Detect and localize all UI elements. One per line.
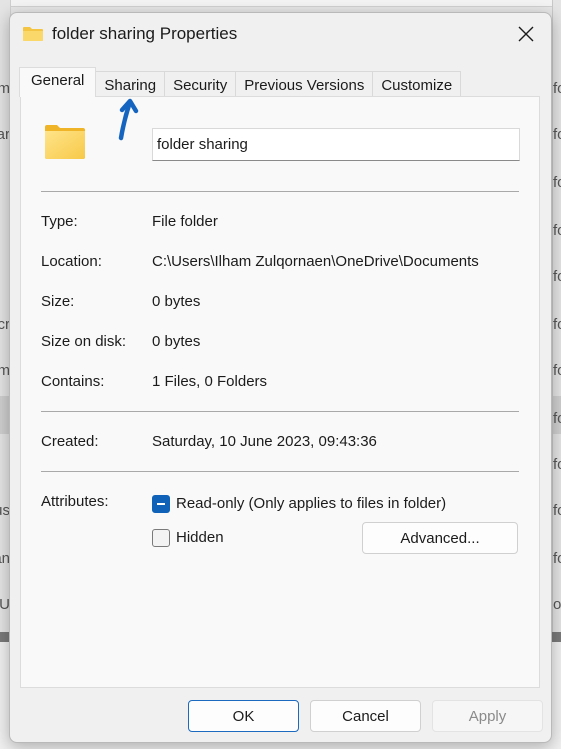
separator bbox=[41, 411, 519, 412]
separator bbox=[41, 191, 519, 192]
contains-label: Contains: bbox=[41, 373, 105, 390]
contains-value: 1 Files, 0 Folders bbox=[152, 373, 268, 390]
size-on-disk-value: 0 bytes bbox=[152, 333, 201, 350]
type-value: File folder bbox=[152, 213, 218, 230]
background-text-fragment: fo bbox=[553, 456, 561, 473]
general-tab-panel: Type: File folder Location: C:\Users\Ilh… bbox=[20, 96, 540, 688]
size-value: 0 bytes bbox=[152, 293, 201, 310]
dialog-title: folder sharing Properties bbox=[52, 24, 238, 43]
readonly-checkbox[interactable] bbox=[152, 495, 170, 513]
background-text-fragment: fo bbox=[553, 222, 561, 239]
close-button[interactable] bbox=[509, 19, 543, 49]
title-bar: folder sharing Properties bbox=[10, 13, 551, 55]
background-text-fragment: fo bbox=[553, 316, 561, 333]
tab-security[interactable]: Security bbox=[164, 71, 237, 97]
cancel-button[interactable]: Cancel bbox=[310, 700, 421, 732]
hidden-checkbox[interactable] bbox=[152, 529, 170, 547]
readonly-checkbox-label[interactable]: Read-only (Only applies to files in fold… bbox=[176, 495, 446, 512]
background-text-fragment: fo bbox=[553, 502, 561, 519]
ok-button[interactable]: OK bbox=[188, 700, 299, 732]
background-text-fragment: fo bbox=[553, 174, 561, 191]
background-text-fragment: fo bbox=[553, 410, 561, 427]
location-value: C:\Users\Ilham Zulqornaen\OneDrive\Docum… bbox=[152, 253, 479, 270]
size-on-disk-label: Size on disk: bbox=[41, 333, 127, 350]
background-text-fragment: fo bbox=[553, 268, 561, 285]
created-value: Saturday, 10 June 2023, 09:43:36 bbox=[152, 433, 377, 450]
background-text-fragment: fo bbox=[553, 362, 561, 379]
properties-dialog: folder sharing Properties General Sharin… bbox=[9, 12, 552, 743]
tab-general[interactable]: General bbox=[19, 67, 97, 97]
folder-name-input[interactable] bbox=[152, 128, 520, 161]
attributes-label: Attributes: bbox=[41, 493, 109, 510]
folder-icon bbox=[23, 27, 43, 41]
background-text-fragment: o bbox=[553, 596, 561, 613]
tab-sharing[interactable]: Sharing bbox=[95, 71, 166, 97]
tab-previous-versions[interactable]: Previous Versions bbox=[235, 71, 374, 97]
folder-icon bbox=[45, 125, 85, 159]
close-icon bbox=[518, 26, 534, 42]
background-text-fragment: fo bbox=[553, 80, 561, 97]
background-window-top bbox=[0, 0, 561, 7]
apply-button[interactable]: Apply bbox=[432, 700, 543, 732]
advanced-button[interactable]: Advanced... bbox=[362, 522, 518, 554]
tab-strip: General Sharing Security Previous Versio… bbox=[19, 67, 462, 97]
created-label: Created: bbox=[41, 433, 99, 450]
tab-customize[interactable]: Customize bbox=[372, 71, 462, 97]
size-label: Size: bbox=[41, 293, 75, 310]
background-text-fragment: fo bbox=[553, 550, 561, 567]
type-label: Type: bbox=[41, 213, 78, 230]
location-label: Location: bbox=[41, 253, 102, 270]
background-text-fragment: fo bbox=[553, 126, 561, 143]
separator bbox=[41, 471, 519, 472]
hidden-checkbox-label[interactable]: Hidden bbox=[176, 529, 224, 546]
